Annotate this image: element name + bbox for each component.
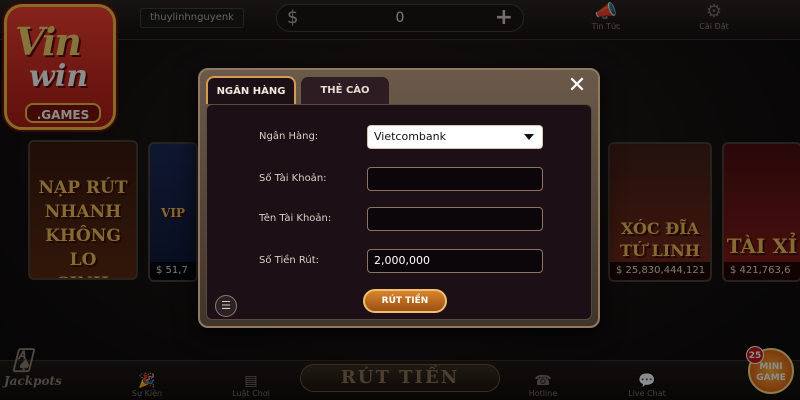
amount-input[interactable]: 2,000,000	[367, 249, 543, 273]
bank-select-value: Vietcombank	[374, 130, 446, 143]
amount-label: Số Tiền Rút:	[259, 255, 320, 266]
history-icon[interactable]: ☰	[215, 295, 237, 317]
account-number-input[interactable]	[367, 167, 543, 191]
withdraw-button[interactable]: RÚT TIỀN	[363, 289, 447, 313]
bank-label: Ngân Hàng:	[259, 131, 319, 142]
account-number-label: Số Tài Khoản:	[259, 173, 327, 184]
account-name-input[interactable]	[367, 207, 543, 231]
account-name-label: Tên Tài Khoản:	[259, 213, 332, 224]
bank-select[interactable]: Vietcombank	[367, 125, 543, 149]
withdraw-form: Ngân Hàng: Vietcombank Số Tài Khoản: Tên…	[206, 104, 592, 320]
close-icon[interactable]: ✕	[560, 72, 594, 100]
withdraw-dialog: NGÂN HÀNG THẺ CÀO ✕ Ngân Hàng: Vietcomba…	[198, 68, 600, 328]
tab-bank[interactable]: NGÂN HÀNG	[206, 76, 296, 104]
tab-card[interactable]: THẺ CÀO	[300, 76, 390, 104]
chevron-down-icon	[524, 134, 534, 140]
